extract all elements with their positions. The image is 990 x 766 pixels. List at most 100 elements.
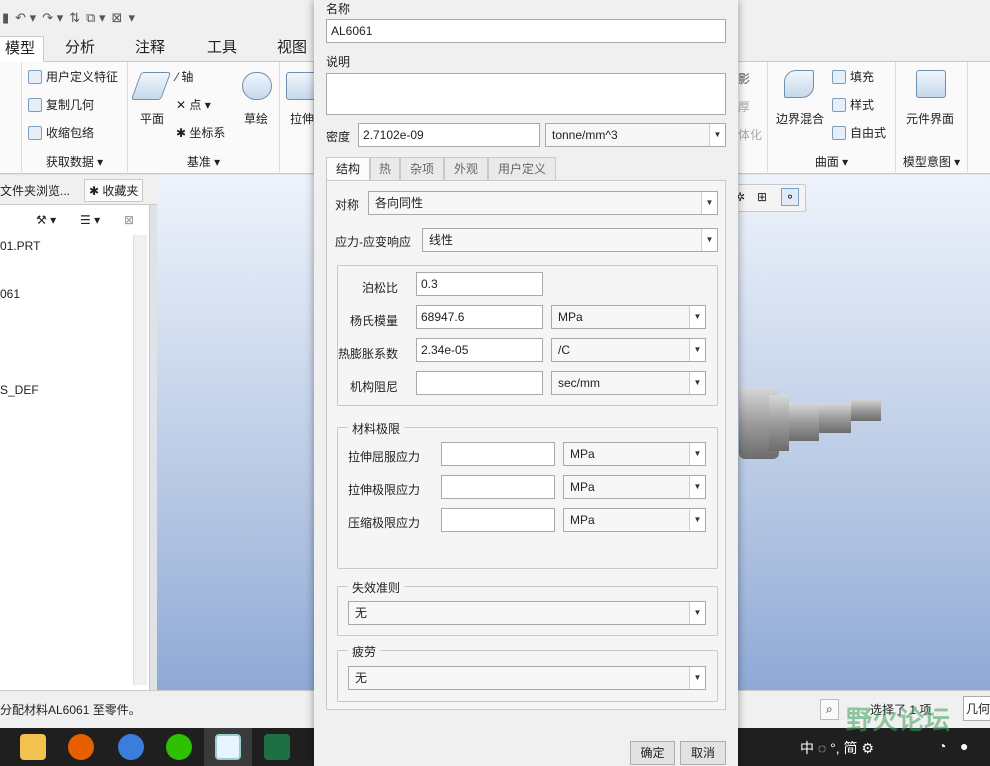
notification-icon[interactable]: ◔ [938,738,946,754]
plane-icon [130,72,172,100]
sketch-button[interactable]: 草绘 [244,110,268,127]
csys-button[interactable]: ✱ 坐标系 [176,124,225,141]
boundary-blend-button[interactable]: 边界混合 [776,110,824,127]
damping-input[interactable] [416,371,543,395]
datum-group-label[interactable]: 基准 ▾ [128,153,279,170]
tensile-yield-input[interactable] [441,442,555,466]
compressive-ultimate-input[interactable] [441,508,555,532]
thermal-expansion-input[interactable]: 2.34e-05 [416,338,543,362]
tab-folder-browser[interactable]: 文件夹浏览... [0,182,70,199]
axis-button[interactable]: ⁄ 轴 [176,68,193,85]
damping-unit-select[interactable]: sec/mm ▼ [551,371,706,395]
tree-columns-icon[interactable]: ⊠ [124,213,134,227]
tree-filter-icon[interactable]: ☰ ▾ [80,213,100,227]
plane-button[interactable]: 平面 [140,110,164,127]
fatigue-title: 疲劳 [348,643,381,660]
thermal-expansion-unit-select[interactable]: /C ▼ [551,338,706,362]
tree-settings-icon[interactable]: ⚒ ▾ [36,213,56,227]
density-unit-select[interactable]: tonne/mm^3 ▼ [545,123,726,147]
point-button[interactable]: ✕ 点 ▾ [176,96,211,113]
extrude-button[interactable]: 拉伸 [290,110,314,127]
baidu-netdisk-icon[interactable] [118,734,144,760]
boundary-blend-icon [784,70,814,98]
cancel-button[interactable]: 取消 [680,741,726,765]
partial-label-1: 影 [738,72,751,86]
failure-criterion-select[interactable]: 无 ▼ [348,601,706,625]
density-input[interactable]: 2.7102e-09 [358,123,540,147]
tree-item-csys[interactable]: S_DEF [0,383,39,397]
find-icon[interactable]: ⌕ [820,699,839,720]
creo-taskbar-slot[interactable] [204,728,252,766]
redo-icon[interactable]: ↷ ▾ [42,10,63,26]
tab-tools[interactable]: 工具 [194,36,250,62]
tab-appearance[interactable]: 外观 [444,157,488,181]
windows-icon[interactable]: ⧉ ▾ [86,10,105,26]
chevron-down-icon: ▼ [701,192,717,214]
tab-model[interactable]: 模型 [0,36,44,62]
regenerate-icon[interactable]: ⇅ [69,10,80,26]
name-input[interactable]: AL6061 [326,19,726,43]
file-explorer-icon[interactable] [20,734,46,760]
wechat-icon[interactable] [166,734,192,760]
youngs-modulus-input[interactable]: 68947.6 [416,305,543,329]
chevron-down-icon: ▼ [689,476,705,498]
failure-criterion-group: 失效准则 无 ▼ [337,579,718,636]
watermark-logo: 野火论坛 [846,705,951,735]
tray-wechat-icon[interactable]: ● [960,738,968,754]
tensile-ultimate-unit-select[interactable]: MPa ▼ [563,475,706,499]
tab-analysis[interactable]: 分析 [52,36,108,62]
tensile-yield-unit-select[interactable]: MPa ▼ [563,442,706,466]
fill-button[interactable]: 填充 [832,68,874,85]
customize-qat-icon[interactable]: ▾ [128,10,135,26]
datum-display-icon[interactable]: ⊞ [757,190,767,204]
firefox-icon[interactable] [68,734,94,760]
tab-structural[interactable]: 结构 [326,157,370,182]
view-toolbar: ✲ ⊞ ⚬ [730,184,806,212]
tab-annotate[interactable]: 注释 [122,36,178,62]
style-button[interactable]: 样式 [832,96,874,113]
chevron-down-icon: ▼ [701,229,717,251]
copy-geometry-button[interactable]: 复制几何 [28,96,94,113]
material-limits-title: 材料极限 [348,420,405,437]
udf-button[interactable]: 用户定义特征 [28,68,118,85]
freestyle-button[interactable]: 自由式 [832,124,886,141]
ime-indicator[interactable]: 中 ◌ °, 简 ⚙ [800,738,874,758]
close-window-icon[interactable]: ⊠ [112,10,123,26]
elastic-properties-group: 泊松比 0.3 杨氏模量 68947.6 MPa ▼ 热膨胀系数 2.34e-0… [337,265,718,406]
symmetry-label: 对称 [335,198,360,212]
excel-icon[interactable] [264,734,290,760]
model-tree: ⚒ ▾ ☰ ▾ ⊠ 01.PRT 061 S_DEF [0,205,150,690]
model-tree-scrollbar[interactable] [133,235,147,685]
shrinkwrap-button[interactable]: 收缩包络 [28,124,94,141]
symmetry-select[interactable]: 各向同性 ▼ [368,191,718,215]
tree-item-part[interactable]: 01.PRT [0,239,40,253]
extrude-icon [286,72,316,100]
poisson-ratio-label: 泊松比 [362,281,399,295]
youngs-modulus-unit-select[interactable]: MPa ▼ [551,305,706,329]
fatigue-select[interactable]: 无 ▼ [348,666,706,690]
chevron-down-icon: ▼ [689,306,705,328]
get-data-group-label[interactable]: 获取数据 ▾ [22,153,127,170]
save-icon[interactable]: ▮ [2,10,9,26]
annotation-display-icon[interactable]: ⚬ [781,188,800,206]
stress-strain-select[interactable]: 线性 ▼ [422,228,718,252]
name-label: 名称 [326,2,351,16]
tensile-ultimate-input[interactable] [441,475,555,499]
poisson-ratio-input[interactable]: 0.3 [416,272,543,296]
tree-item-material[interactable]: 061 [0,287,20,301]
sketch-icon [242,72,272,100]
surfaces-group-label[interactable]: 曲面 ▾ [768,153,895,170]
description-textarea[interactable] [326,73,726,115]
component-interface-icon [916,70,946,98]
tab-favorites[interactable]: ✱ 收藏夹 [84,179,144,202]
tab-user-defined[interactable]: 用户定义 [488,157,556,181]
tab-thermal[interactable]: 热 [370,157,400,181]
undo-icon[interactable]: ↶ ▾ [15,10,36,26]
ok-button[interactable]: 确定 [630,741,675,765]
tab-view[interactable]: 视图 [264,36,320,62]
tab-misc[interactable]: 杂项 [400,157,444,181]
model-intent-group-label[interactable]: 模型意图 ▾ [896,153,967,170]
component-interface-button[interactable]: 元件界面 [906,110,954,127]
selection-filter[interactable]: 几何 [963,696,990,721]
compressive-ultimate-unit-select[interactable]: MPa ▼ [563,508,706,532]
